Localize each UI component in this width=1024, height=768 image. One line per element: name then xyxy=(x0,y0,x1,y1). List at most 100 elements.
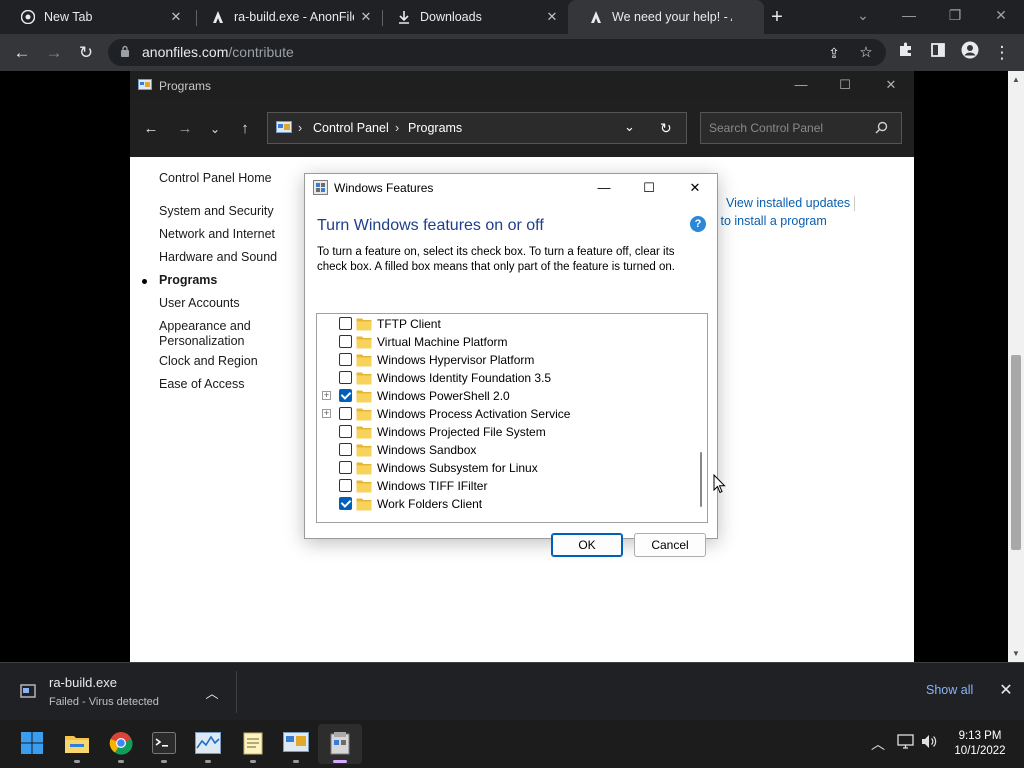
chrome-taskbar-icon[interactable] xyxy=(108,730,134,763)
feature-checkbox[interactable] xyxy=(339,479,352,492)
ok-button[interactable]: OK xyxy=(551,533,623,557)
bookmark-star-icon[interactable]: ☆ xyxy=(854,41,878,65)
profile-avatar-icon[interactable] xyxy=(958,41,982,65)
expand-plus-icon[interactable]: + xyxy=(322,391,331,400)
tab-downloads[interactable]: Downloads ✕ xyxy=(376,0,572,34)
feature-checkbox[interactable] xyxy=(339,461,352,474)
nav-network-and-internet[interactable]: Network and Internet xyxy=(159,227,275,241)
nav-user-accounts[interactable]: User Accounts xyxy=(159,296,240,310)
feature-checkbox[interactable] xyxy=(339,353,352,366)
up-arrow-icon[interactable]: ↑ xyxy=(234,118,256,140)
show-hidden-icons-chevron-icon[interactable]: ︿ xyxy=(871,734,885,754)
view-installed-updates-link[interactable]: View installed updates xyxy=(726,196,850,210)
page-scroll-thumb[interactable] xyxy=(1011,355,1021,550)
close-download-bar-icon[interactable]: ✕ xyxy=(998,680,1014,700)
features-list-scroll-thumb[interactable] xyxy=(700,452,702,507)
tab-close-icon[interactable]: ✕ xyxy=(544,9,560,25)
taskbar-clock[interactable]: 9:13 PM 10/1/2022 xyxy=(950,729,1010,759)
breadcrumb-programs[interactable]: Programs xyxy=(408,121,462,135)
feature-row[interactable]: Windows Identity Foundation 3.5 xyxy=(317,369,689,387)
file-explorer-icon[interactable] xyxy=(64,730,90,763)
share-icon[interactable]: ⇪ xyxy=(822,41,846,65)
feature-checkbox[interactable] xyxy=(339,389,352,402)
control-panel-address-bar[interactable]: › Control Panel › Programs ⌄ ↻ xyxy=(267,112,687,144)
back-arrow-icon[interactable]: ← xyxy=(10,41,34,65)
page-scrollbar[interactable]: ▲ ▼ xyxy=(1008,71,1024,662)
windows-features-taskbar-icon[interactable] xyxy=(327,730,353,763)
feature-checkbox[interactable] xyxy=(339,371,352,384)
feature-row[interactable]: Work Folders Client xyxy=(317,495,689,513)
tab-close-icon[interactable]: ✕ xyxy=(168,9,184,25)
terminal-icon[interactable] xyxy=(151,730,177,763)
close-window-icon[interactable]: ✕ xyxy=(978,0,1024,34)
download-status: Failed - Virus detected xyxy=(49,696,159,708)
how-to-install-program-link[interactable]: w to install a program xyxy=(708,214,827,228)
side-panel-icon[interactable] xyxy=(926,41,950,65)
nav-ease-of-access[interactable]: Ease of Access xyxy=(159,377,244,391)
forward-arrow-icon[interactable]: → xyxy=(174,118,196,140)
download-file-name[interactable]: ra-build.exe xyxy=(49,675,117,690)
download-options-chevron-icon[interactable]: ︿ xyxy=(204,683,220,702)
notepad-icon[interactable] xyxy=(240,730,266,763)
tab-search-chevron-icon[interactable]: ⌄ xyxy=(840,0,886,34)
restore-icon[interactable]: ❐ xyxy=(932,0,978,34)
volume-icon[interactable] xyxy=(921,734,938,752)
control-panel-search-input[interactable]: Search Control Panel xyxy=(700,112,902,144)
features-list-scrollbar[interactable] xyxy=(695,314,707,522)
feature-row[interactable]: + Windows Process Activation Service xyxy=(317,405,689,423)
feature-checkbox[interactable] xyxy=(339,407,352,420)
tab-we-need-your-help[interactable]: We need your help! - A xyxy=(568,0,764,34)
feature-checkbox[interactable] xyxy=(339,335,352,348)
feature-row[interactable]: Windows Sandbox xyxy=(317,441,689,459)
minimize-icon[interactable]: — xyxy=(778,71,824,101)
feature-row[interactable]: Windows Projected File System xyxy=(317,423,689,441)
feature-checkbox[interactable] xyxy=(339,317,352,330)
feature-row[interactable]: Windows Hypervisor Platform xyxy=(317,351,689,369)
maximize-icon[interactable]: ☐ xyxy=(627,174,671,202)
feature-row[interactable]: Windows Subsystem for Linux xyxy=(317,459,689,477)
feature-checkbox[interactable] xyxy=(339,443,352,456)
feature-checkbox[interactable] xyxy=(339,497,352,510)
control-panel-taskbar-icon[interactable] xyxy=(283,730,309,763)
feature-row[interactable]: + Windows PowerShell 2.0 xyxy=(317,387,689,405)
tab-ra-build[interactable]: ra-build.exe - AnonFile ✕ xyxy=(190,0,386,34)
feature-row[interactable]: Windows TIFF IFilter xyxy=(317,477,689,495)
address-dropdown-chevron-icon[interactable]: ⌄ xyxy=(624,119,635,135)
maximize-icon[interactable]: ☐ xyxy=(822,71,868,101)
minimize-icon[interactable]: — xyxy=(582,174,626,202)
tab-new-tab[interactable]: New Tab ✕ xyxy=(0,0,196,34)
recent-locations-chevron-icon[interactable]: ⌄ xyxy=(204,118,226,140)
extensions-puzzle-icon[interactable] xyxy=(894,41,918,65)
scroll-up-arrow-icon[interactable]: ▲ xyxy=(1011,75,1021,85)
feature-checkbox[interactable] xyxy=(339,425,352,438)
address-bar[interactable]: anonfiles.com/contribute ⇪ ☆ xyxy=(108,39,886,66)
nav-appearance-and-personalization[interactable]: Appearance and Personalization xyxy=(159,319,259,349)
show-all-downloads-link[interactable]: Show all xyxy=(926,683,973,697)
reload-icon[interactable]: ↻ xyxy=(74,41,98,65)
forward-arrow-icon[interactable]: → xyxy=(42,41,66,65)
features-tree-list[interactable]: TFTP Client Virtual Machine Platform Windo… xyxy=(316,313,708,523)
network-icon[interactable] xyxy=(897,734,914,752)
nav-system-and-security[interactable]: System and Security xyxy=(159,204,274,218)
close-icon[interactable]: ✕ xyxy=(673,174,717,202)
help-icon[interactable]: ? xyxy=(690,216,706,232)
kebab-menu-icon[interactable]: ⋮ xyxy=(990,41,1014,65)
feature-row[interactable]: TFTP Client xyxy=(317,315,689,333)
nav-hardware-and-sound[interactable]: Hardware and Sound xyxy=(159,250,277,264)
scroll-down-arrow-icon[interactable]: ▼ xyxy=(1011,649,1021,659)
expand-plus-icon[interactable]: + xyxy=(322,409,331,418)
resource-monitor-icon[interactable] xyxy=(195,730,221,763)
back-arrow-icon[interactable]: ← xyxy=(140,118,162,140)
nav-clock-and-region[interactable]: Clock and Region xyxy=(159,354,258,368)
refresh-icon[interactable]: ↻ xyxy=(660,120,672,137)
nav-control-panel-home[interactable]: Control Panel Home xyxy=(159,171,272,185)
cancel-button[interactable]: Cancel xyxy=(634,533,706,557)
windows-start-icon[interactable] xyxy=(19,730,45,756)
feature-row[interactable]: Virtual Machine Platform xyxy=(317,333,689,351)
close-icon[interactable]: ✕ xyxy=(868,71,914,101)
breadcrumb-control-panel[interactable]: Control Panel xyxy=(313,121,389,135)
new-tab-plus-icon[interactable]: + xyxy=(766,6,788,28)
minimize-icon[interactable]: — xyxy=(886,0,932,34)
tab-close-icon[interactable]: ✕ xyxy=(358,9,374,25)
nav-programs[interactable]: Programs xyxy=(159,273,217,287)
